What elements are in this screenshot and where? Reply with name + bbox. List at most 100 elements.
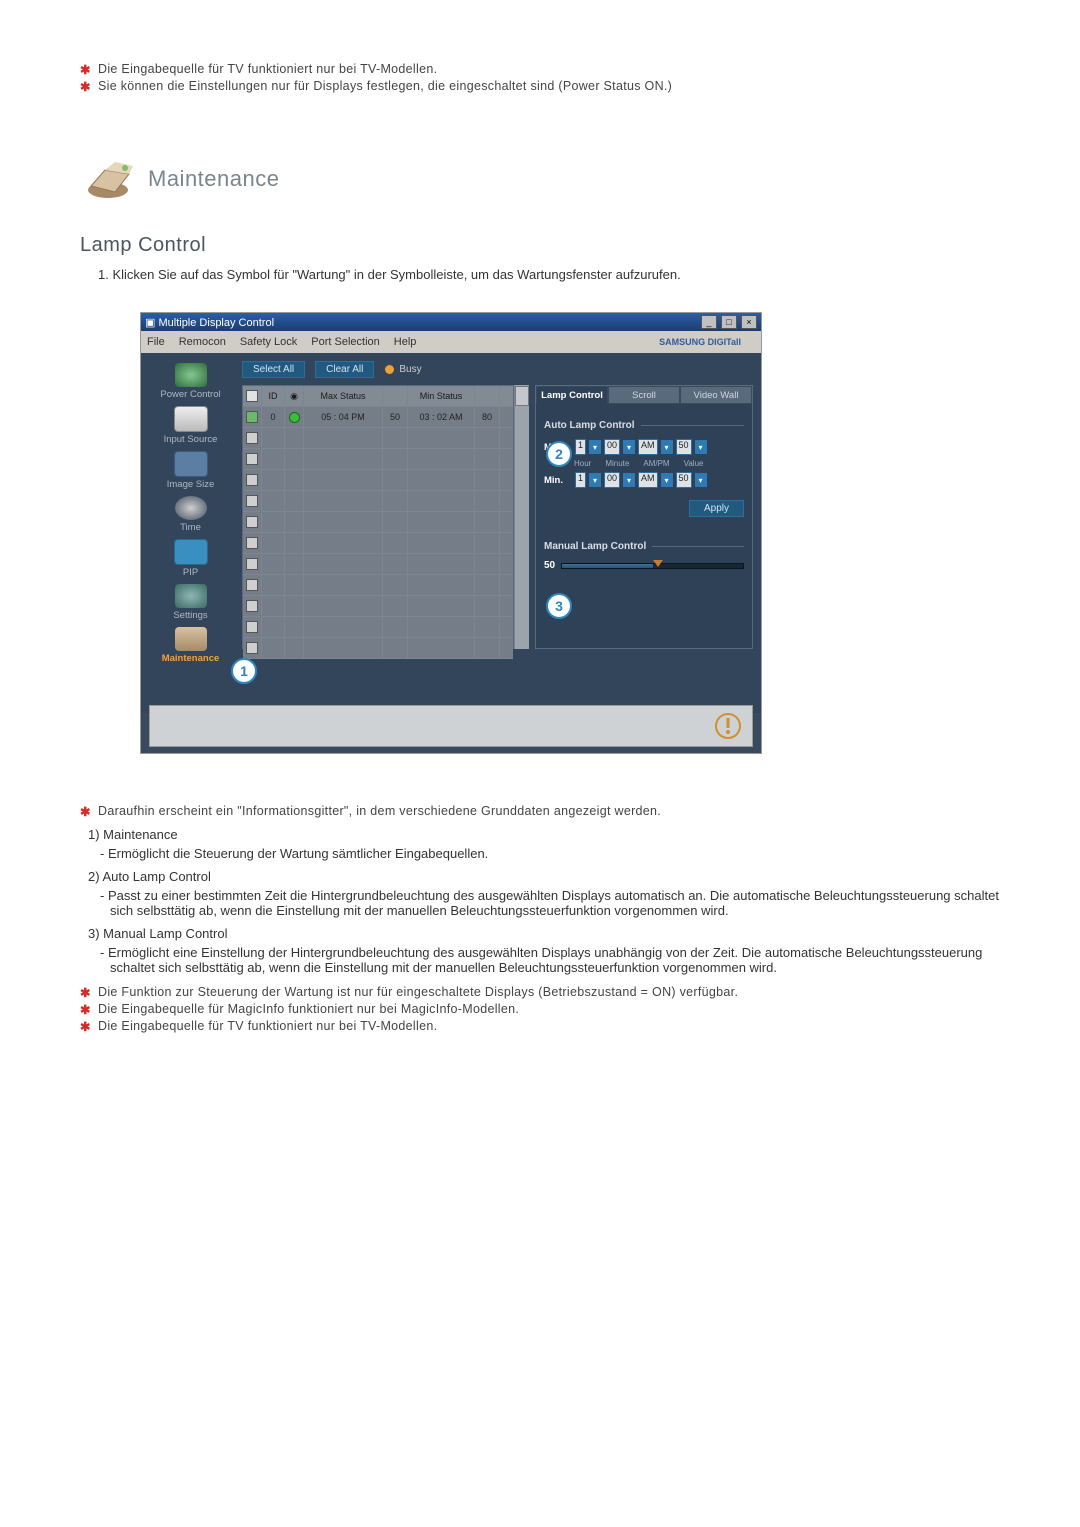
note-tv: ✱Die Eingabequelle für TV funktioniert n… [80, 62, 1000, 77]
star-icon: ✱ [80, 804, 98, 819]
min-ampm[interactable]: AM [638, 472, 658, 488]
row-checkbox[interactable] [246, 537, 258, 549]
app-icon: ▣ [145, 317, 155, 329]
col-min-status: Min Status [408, 386, 475, 406]
callout-2: 2 [546, 441, 572, 467]
sidebar-item-input[interactable]: Input Source [143, 406, 238, 445]
grid-scrollbar[interactable] [514, 385, 529, 649]
star-icon: ✱ [80, 1019, 98, 1034]
min-minute[interactable]: 00 [604, 472, 620, 488]
col-id: ID [262, 386, 285, 406]
display-grid: ID ◉ Max Status Min Status 0 05 : 04 PM [242, 385, 514, 649]
row-max-time: 05 : 04 PM [304, 407, 383, 427]
info-note: ✱Daraufhin erscheint ein "Informationsgi… [80, 804, 1000, 819]
manual-lamp-slider[interactable]: 50 [544, 560, 744, 571]
status-dot-icon [289, 412, 300, 423]
note-on: ✱Die Funktion zur Steuerung der Wartung … [80, 985, 1000, 1000]
row-checkbox[interactable] [246, 600, 258, 612]
input-icon [174, 406, 208, 432]
chevron-down-icon[interactable]: ▾ [589, 473, 601, 487]
sub-heading: Lamp Control [80, 234, 1000, 257]
time-icon [175, 496, 207, 520]
max-value[interactable]: 50 [676, 439, 692, 455]
row-checkbox[interactable] [246, 642, 258, 654]
min-hour[interactable]: 1 [575, 472, 586, 488]
group-auto-lamp: Auto Lamp Control [544, 420, 744, 431]
row-checkbox[interactable] [246, 453, 258, 465]
item-3-desc: - Ermöglicht eine Einstellung der Hinter… [110, 945, 1000, 975]
chevron-down-icon[interactable]: ▾ [589, 440, 601, 454]
note-tv-bottom: ✱Die Eingabequelle für TV funktioniert n… [80, 1019, 1000, 1034]
maintenance-small-icon [175, 627, 207, 651]
group-manual-lamp: Manual Lamp Control [544, 541, 744, 552]
star-icon: ✱ [80, 985, 98, 1000]
chevron-down-icon[interactable]: ▾ [661, 473, 673, 487]
col-check [243, 386, 262, 406]
min-value[interactable]: 50 [676, 472, 692, 488]
menu-remocon[interactable]: Remocon [179, 336, 226, 348]
max-ampm[interactable]: AM [638, 439, 658, 455]
close-icon[interactable]: × [741, 315, 757, 329]
sidebar-item-settings[interactable]: Settings [143, 584, 238, 621]
slider-value: 50 [544, 560, 555, 571]
menu-safety-lock[interactable]: Safety Lock [240, 336, 297, 348]
table-row[interactable]: 0 05 : 04 PM 50 03 : 02 AM 80 [243, 407, 513, 428]
star-icon: ✱ [80, 62, 98, 77]
chevron-down-icon[interactable]: ▾ [695, 440, 707, 454]
sidebar-item-time[interactable]: Time [143, 496, 238, 533]
sidebar-item-maintenance[interactable]: Maintenance [143, 627, 238, 664]
maximize-icon[interactable]: □ [721, 315, 737, 329]
warning-icon [714, 712, 742, 740]
titlebar: ▣ Multiple Display Control _ □ × [141, 313, 761, 331]
row-min-time: 03 : 02 AM [408, 407, 475, 427]
slider-handle-icon[interactable] [653, 560, 663, 567]
chevron-down-icon[interactable]: ▾ [661, 440, 673, 454]
row-min: Min. 1▾ 00▾ AM▾ 50▾ [544, 472, 744, 488]
row-min-val: 80 [475, 407, 500, 427]
chevron-down-icon[interactable]: ▾ [623, 473, 635, 487]
sidebar-item-image[interactable]: Image Size [143, 451, 238, 490]
minimize-icon[interactable]: _ [701, 315, 717, 329]
apply-button[interactable]: Apply [689, 500, 744, 517]
sidebar-item-power[interactable]: Power Control [143, 363, 238, 400]
busy-icon [384, 364, 395, 375]
settings-icon [175, 584, 207, 608]
sidebar: Power Control Input Source Image Size Ti… [141, 353, 240, 713]
item-1-title: 1) Maintenance [88, 827, 1000, 842]
brand-label: SAMSUNG DIGITall [659, 337, 741, 347]
star-icon: ✱ [80, 1002, 98, 1017]
row-checkbox[interactable] [246, 558, 258, 570]
col-max-status: Max Status [304, 386, 383, 406]
column-labels: Hour Minute AM/PM Value [574, 459, 744, 468]
tab-video-wall[interactable]: Video Wall [680, 386, 752, 404]
row-checkbox[interactable] [246, 432, 258, 444]
row-checkbox[interactable] [246, 411, 258, 423]
menu-help[interactable]: Help [394, 336, 417, 348]
max-minute[interactable]: 00 [604, 439, 620, 455]
col-min-val [475, 386, 500, 406]
callout-1: 1 [231, 658, 257, 684]
col-max-val [383, 386, 408, 406]
chevron-down-icon[interactable]: ▾ [623, 440, 635, 454]
section-title: Maintenance [148, 166, 279, 192]
menu-file[interactable]: File [147, 336, 165, 348]
row-checkbox[interactable] [246, 495, 258, 507]
row-checkbox[interactable] [246, 474, 258, 486]
sidebar-item-pip[interactable]: PIP [143, 539, 238, 578]
select-all-button[interactable]: Select All [242, 361, 305, 378]
max-hour[interactable]: 1 [575, 439, 586, 455]
tab-lamp-control[interactable]: Lamp Control [536, 386, 608, 404]
row-checkbox[interactable] [246, 516, 258, 528]
app-screenshot: ▣ Multiple Display Control _ □ × File Re… [140, 312, 762, 754]
star-icon: ✱ [80, 79, 98, 94]
row-checkbox[interactable] [246, 621, 258, 633]
power-icon [175, 363, 207, 387]
menu-port-selection[interactable]: Port Selection [311, 336, 379, 348]
menubar: File Remocon Safety Lock Port Selection … [141, 331, 761, 353]
chevron-down-icon[interactable]: ▾ [695, 473, 707, 487]
tab-scroll[interactable]: Scroll [608, 386, 680, 404]
clear-all-button[interactable]: Clear All [315, 361, 374, 378]
row-checkbox[interactable] [246, 579, 258, 591]
pip-icon [174, 539, 208, 565]
row-id: 0 [262, 407, 285, 427]
